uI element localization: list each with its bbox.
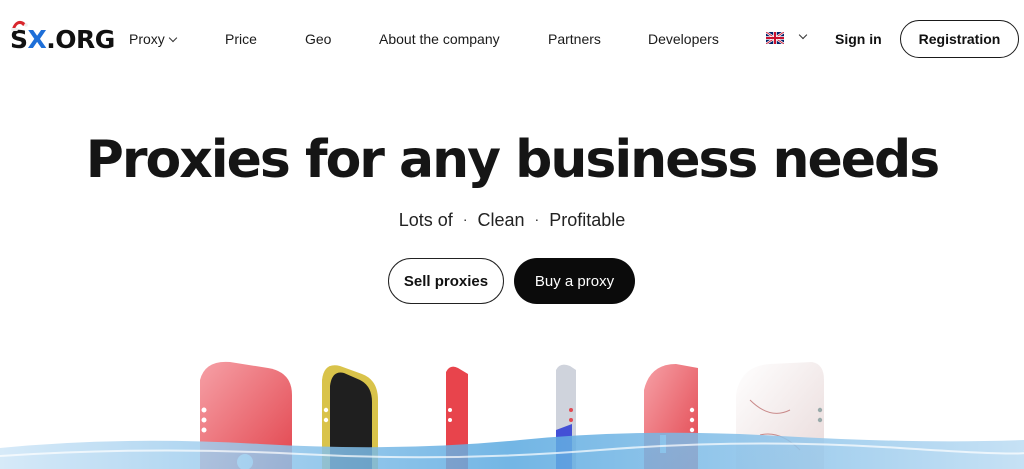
- nav-item-developers[interactable]: Developers: [648, 30, 719, 48]
- tagline-item: Lots of: [398, 210, 453, 230]
- sell-proxies-button[interactable]: Sell proxies: [388, 258, 504, 304]
- santa-hat-icon: [11, 20, 28, 31]
- tagline-item: Clean: [477, 210, 525, 230]
- hero-illustration: [0, 361, 1024, 469]
- hero-tagline: Lots of · Clean · Profitable: [0, 208, 1024, 233]
- nav-item-partners[interactable]: Partners: [548, 30, 601, 48]
- registration-button[interactable]: Registration: [900, 20, 1019, 58]
- nav-item-geo[interactable]: Geo: [305, 30, 331, 48]
- flag-uk-icon[interactable]: [766, 32, 784, 44]
- nav-item-proxy[interactable]: Proxy: [129, 30, 178, 48]
- hero-title: Proxies for any business needs: [85, 130, 940, 190]
- tagline-item: Profitable: [549, 210, 626, 230]
- tagline-separator: ·: [534, 211, 540, 227]
- language-chevron-icon[interactable]: [798, 30, 808, 40]
- tagline-separator: ·: [462, 211, 468, 227]
- nav-item-proxy-label: Proxy: [129, 31, 165, 47]
- signin-link[interactable]: Sign in: [835, 30, 882, 48]
- chevron-down-icon: [168, 33, 178, 43]
- logo[interactable]: SX.ORG: [10, 20, 115, 56]
- buy-proxy-button[interactable]: Buy a proxy: [514, 258, 635, 304]
- nav-item-price[interactable]: Price: [225, 30, 257, 48]
- nav-item-about[interactable]: About the company: [379, 30, 500, 48]
- top-navbar: SX.ORG Proxy Price Geo About the company…: [0, 0, 1024, 78]
